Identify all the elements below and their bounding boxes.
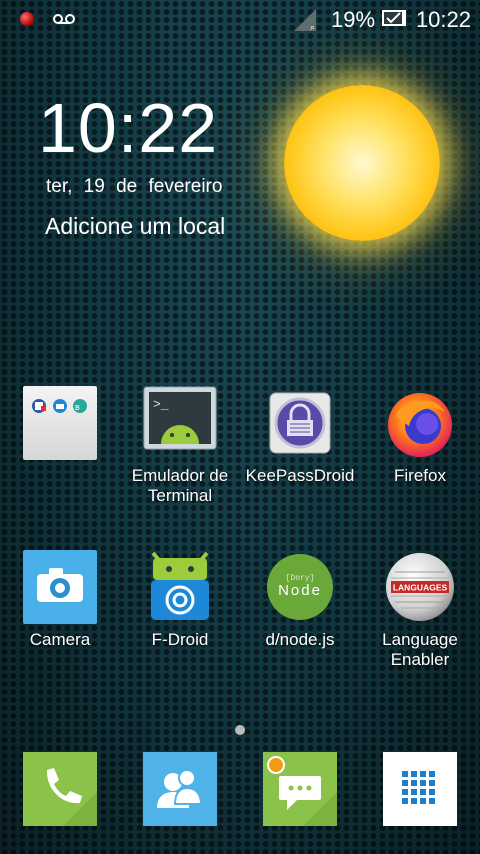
app-label: F-Droid (151, 630, 209, 649)
node-icon: [Dory] Node (263, 550, 337, 624)
app-label: Firefox (394, 466, 446, 485)
language-icon: LANGUAGES (383, 550, 457, 624)
app-terminal-emulator[interactable]: >_ Emulador de Terminal (120, 386, 240, 506)
notification-dot-icon (20, 12, 34, 26)
status-bar: ⌕ 19% 10:22 (0, 0, 480, 40)
app-firefox[interactable]: Firefox (360, 386, 480, 486)
app-label: Language Enabler (382, 630, 458, 669)
app-drawer-button[interactable] (383, 752, 457, 826)
camera-icon (23, 550, 97, 624)
messages-button[interactable] (263, 752, 337, 826)
phone-button[interactable] (23, 752, 97, 826)
messages-icon (263, 752, 337, 826)
sun-icon[interactable] (284, 85, 440, 241)
app-label: Camera (29, 630, 91, 649)
app-language-enabler[interactable]: LANGUAGES Language Enabler (360, 550, 480, 670)
battery-percentage: 19% (331, 7, 376, 32)
app-label: KeePassDroid (245, 466, 355, 485)
app-label: Emulador de Terminal (131, 466, 229, 505)
app-label: d/node.js (265, 630, 335, 649)
voicemail-icon (53, 14, 75, 24)
app-keepassdroid[interactable]: KeePassDroid (240, 386, 360, 486)
app-camera[interactable]: Camera (0, 550, 120, 650)
widget-time[interactable]: 10:22 (38, 88, 218, 168)
app-folder[interactable]: ʙ (0, 386, 120, 466)
language-icon-text: LANGUAGES (393, 583, 448, 593)
app-fdroid[interactable]: F-Droid (120, 550, 240, 650)
app-node-js[interactable]: [Dory] Node d/node.js (240, 550, 360, 650)
widget-date: ter, 19 de fevereiro (46, 176, 223, 197)
contacts-button[interactable] (143, 752, 217, 826)
contacts-icon (143, 752, 217, 826)
phone-icon (23, 752, 97, 826)
fdroid-icon (143, 550, 217, 624)
page-indicator (235, 725, 245, 735)
keepass-icon (263, 386, 337, 460)
signal-icon: ⌕ (294, 9, 316, 31)
app-drawer-icon (383, 752, 457, 826)
svg-text:⌕: ⌕ (310, 22, 315, 31)
terminal-icon: >_ (143, 386, 217, 460)
firefox-icon (383, 386, 457, 460)
node-icon-main-text: Node (278, 582, 322, 599)
add-location-link[interactable]: Adicione um local (45, 213, 225, 240)
status-clock: 10:22 (415, 7, 471, 32)
svg-text:ʙ: ʙ (75, 402, 80, 412)
battery-icon (382, 10, 406, 26)
folder-icon: ʙ (23, 386, 97, 460)
svg-text:>_: >_ (153, 397, 169, 412)
